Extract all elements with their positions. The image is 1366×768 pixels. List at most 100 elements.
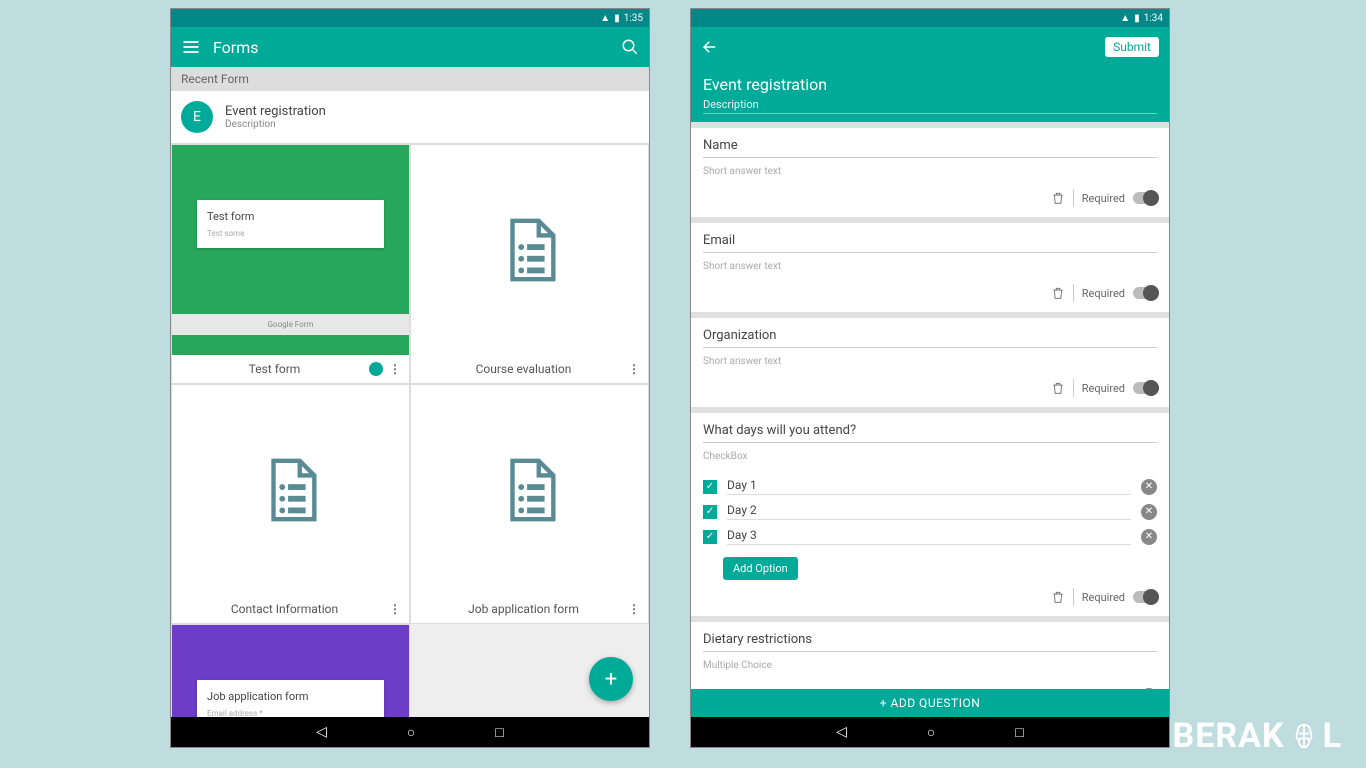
delete-icon[interactable] bbox=[1051, 191, 1065, 205]
form-tile[interactable]: Test form Test some Google Form Test for… bbox=[171, 144, 410, 384]
more-icon[interactable]: ⋮ bbox=[389, 602, 401, 616]
question-footer: Required bbox=[703, 189, 1157, 207]
question-type-hint: CheckBox bbox=[703, 451, 1157, 462]
search-icon[interactable] bbox=[621, 38, 639, 56]
preview-card-sub: Email address * bbox=[207, 709, 374, 717]
tile-name: Test form bbox=[180, 362, 369, 376]
watermark-logo: BERAK L bbox=[1173, 716, 1342, 756]
required-label: Required bbox=[1082, 192, 1125, 205]
tile-name: Course evaluation bbox=[419, 362, 628, 376]
recent-form-item[interactable]: E Event registration Description bbox=[171, 91, 649, 144]
required-label: Required bbox=[1082, 287, 1125, 300]
remove-option-icon[interactable]: ✕ bbox=[1141, 479, 1157, 495]
more-icon[interactable]: ⋮ bbox=[389, 362, 401, 376]
question-type-hint: Short answer text bbox=[703, 261, 1157, 272]
hamburger-menu-icon[interactable] bbox=[181, 37, 201, 57]
required-toggle[interactable] bbox=[1133, 192, 1157, 204]
more-icon[interactable]: ⋮ bbox=[628, 602, 640, 616]
nav-back-icon[interactable]: ◁ bbox=[836, 724, 847, 740]
question-title[interactable]: Organization bbox=[703, 328, 1157, 348]
tile-name: Contact Information bbox=[180, 602, 389, 616]
remove-option-icon[interactable]: ✕ bbox=[1141, 504, 1157, 520]
preview-card-title: Test form bbox=[207, 210, 374, 223]
form-avatar: E bbox=[181, 101, 213, 133]
clock: 1:35 bbox=[624, 13, 643, 24]
app-title: Forms bbox=[213, 38, 609, 57]
form-preview bbox=[411, 385, 648, 595]
status-bar: ▲ ▮ 1:34 bbox=[691, 9, 1169, 27]
option-row: ✓ Day 3 ✕ bbox=[703, 524, 1157, 549]
question-card: What days will you attend? CheckBox ✓ Day 1… bbox=[691, 413, 1169, 616]
form-tile[interactable]: Job application form Email address * bbox=[171, 624, 410, 717]
form-tile[interactable]: Job application form ⋮ bbox=[410, 384, 649, 624]
remove-option-icon[interactable]: ✕ bbox=[1141, 529, 1157, 545]
top-app-bar: Forms bbox=[171, 27, 649, 67]
screen-forms-list: ▲ ▮ 1:35 Forms Recent Form E Event regis… bbox=[170, 8, 650, 748]
tile-name: Job application form bbox=[419, 602, 628, 616]
document-icon bbox=[256, 450, 326, 530]
nav-home-icon[interactable]: ○ bbox=[927, 724, 935, 741]
editor-top-bar: Submit bbox=[691, 27, 1169, 67]
checkbox-icon[interactable]: ✓ bbox=[703, 505, 717, 519]
option-label[interactable]: Day 3 bbox=[727, 528, 1131, 545]
nav-recent-icon[interactable]: □ bbox=[1015, 724, 1023, 741]
form-preview: Job application form Email address * bbox=[172, 625, 409, 717]
delete-icon[interactable] bbox=[1051, 590, 1065, 604]
form-title[interactable]: Event registration bbox=[703, 75, 1157, 94]
form-description[interactable]: Description bbox=[703, 98, 1157, 114]
delete-icon[interactable] bbox=[1051, 381, 1065, 395]
brain-icon bbox=[1289, 721, 1319, 751]
question-title[interactable]: Dietary restrictions bbox=[703, 632, 1157, 652]
option-row: ✓ Day 2 ✕ bbox=[703, 499, 1157, 524]
question-title[interactable]: Email bbox=[703, 233, 1157, 253]
checkbox-icon[interactable]: ✓ bbox=[703, 530, 717, 544]
form-tile[interactable]: Contact Information ⋮ bbox=[171, 384, 410, 624]
preview-footer: Google Form bbox=[172, 314, 409, 335]
form-tile[interactable]: Course evaluation ⋮ bbox=[410, 144, 649, 384]
question-title[interactable]: What days will you attend? bbox=[703, 423, 1157, 443]
form-preview bbox=[172, 385, 409, 595]
notification-badge bbox=[369, 362, 383, 376]
android-nav-bar: ◁ ○ □ bbox=[171, 717, 649, 747]
question-footer: Required bbox=[703, 379, 1157, 397]
more-icon[interactable]: ⋮ bbox=[628, 362, 640, 376]
question-footer: Required bbox=[703, 284, 1157, 302]
preview-card-title: Job application form bbox=[207, 690, 374, 703]
checkbox-icon[interactable]: ✓ bbox=[703, 480, 717, 494]
add-option-button[interactable]: Add Option bbox=[723, 557, 798, 580]
option-row: ✓ Day 1 ✕ bbox=[703, 474, 1157, 499]
battery-icon: ▮ bbox=[1134, 13, 1140, 24]
android-nav-bar: ◁ ○ □ bbox=[691, 717, 1169, 747]
required-toggle[interactable] bbox=[1133, 287, 1157, 299]
delete-icon[interactable] bbox=[1051, 286, 1065, 300]
preview-card-sub: Test some bbox=[207, 229, 374, 238]
back-arrow-icon[interactable] bbox=[701, 38, 719, 56]
question-title[interactable]: Name bbox=[703, 138, 1157, 158]
option-label[interactable]: Day 1 bbox=[727, 478, 1131, 495]
question-footer: Required bbox=[703, 588, 1157, 606]
question-card: NameShort answer textRequired bbox=[691, 128, 1169, 217]
question-card: Email Short answer text Required bbox=[691, 223, 1169, 312]
document-icon bbox=[495, 450, 565, 530]
document-icon bbox=[495, 210, 565, 290]
forms-grid: Test form Test some Google Form Test for… bbox=[171, 144, 649, 717]
clock: 1:34 bbox=[1144, 13, 1163, 24]
option-label[interactable]: Day 2 bbox=[727, 503, 1131, 520]
status-bar: ▲ ▮ 1:35 bbox=[171, 9, 649, 27]
form-preview: Test form Test some Google Form bbox=[172, 145, 409, 355]
nav-home-icon[interactable]: ○ bbox=[407, 724, 415, 741]
editor-content: Submit Event registration Description Na… bbox=[691, 27, 1169, 717]
add-question-button[interactable]: + ADD QUESTION bbox=[691, 689, 1169, 717]
fab-add-button[interactable]: + bbox=[589, 657, 633, 701]
required-toggle[interactable] bbox=[1133, 591, 1157, 603]
form-header: Event registration Description bbox=[691, 67, 1169, 122]
required-toggle[interactable] bbox=[1133, 382, 1157, 394]
question-card: OrganizationShort answer textRequired bbox=[691, 318, 1169, 407]
recent-form-subtitle: Description bbox=[225, 119, 326, 130]
recent-section-label: Recent Form bbox=[171, 67, 649, 91]
submit-button[interactable]: Submit bbox=[1105, 37, 1159, 57]
required-label: Required bbox=[1082, 382, 1125, 395]
nav-back-icon[interactable]: ◁ bbox=[316, 724, 327, 740]
nav-recent-icon[interactable]: □ bbox=[495, 724, 503, 741]
signal-icon: ▲ bbox=[600, 13, 610, 24]
